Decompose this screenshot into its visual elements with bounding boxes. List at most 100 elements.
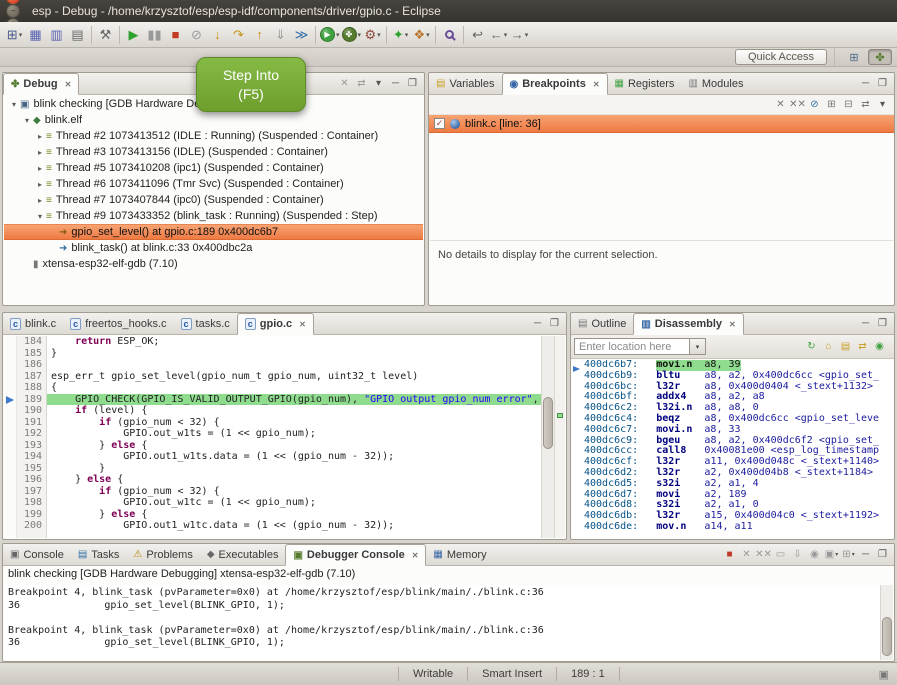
- quick-access-button[interactable]: Quick Access: [735, 49, 827, 65]
- expander-icon[interactable]: ▾: [21, 116, 33, 125]
- minimize-icon[interactable]: ─: [529, 315, 546, 332]
- refresh-icon[interactable]: ↻: [803, 338, 820, 355]
- pin-console-icon[interactable]: ◉: [806, 546, 823, 563]
- close-tab-icon[interactable]: ✕: [729, 320, 736, 329]
- code-line[interactable]: return ESP_OK;: [47, 336, 541, 348]
- code-line[interactable]: if (level) {: [47, 405, 541, 417]
- line-number[interactable]: 195: [17, 463, 42, 475]
- run-button[interactable]: ▶▾: [319, 24, 341, 46]
- code-line[interactable]: } else {: [47, 474, 541, 486]
- expander-icon[interactable]: ▸: [34, 148, 46, 157]
- save-all-button[interactable]: ▥: [46, 24, 67, 46]
- line-number[interactable]: 194: [17, 451, 42, 463]
- expand-all-icon[interactable]: ⊞: [823, 96, 840, 113]
- terminate-button[interactable]: ■: [165, 24, 186, 46]
- expander-icon[interactable]: ▾: [8, 100, 20, 109]
- remove-breakpoint-icon[interactable]: ✕: [772, 96, 789, 113]
- code-line[interactable]: } else {: [47, 509, 541, 521]
- display-selected-console-icon[interactable]: ▣▾: [823, 546, 840, 563]
- expander-icon[interactable]: ▸: [34, 180, 46, 189]
- new-package-button[interactable]: ❖▾: [411, 24, 432, 46]
- code-line[interactable]: } else {: [47, 440, 541, 452]
- console-scrollbar-thumb[interactable]: [882, 617, 892, 656]
- tab-tasks[interactable]: ▤Tasks: [71, 544, 127, 565]
- line-number[interactable]: 184: [17, 336, 42, 348]
- link-with-editor-icon[interactable]: ⇄: [353, 75, 370, 92]
- breakpoint-row[interactable]: ✓blink.c [line: 36]: [429, 115, 894, 133]
- debug-tree-row[interactable]: ➜blink_task() at blink.c:33 0x400dbc2a: [4, 240, 423, 256]
- new-wizard-button[interactable]: ⊞▾: [4, 24, 25, 46]
- minimize-icon[interactable]: ─: [857, 546, 874, 563]
- console-output[interactable]: Breakpoint 4, blink_task (pvParameter=0x…: [4, 585, 880, 660]
- line-number[interactable]: 187: [17, 371, 42, 383]
- clear-console-icon[interactable]: ▭: [772, 546, 789, 563]
- console-scrollbar[interactable]: [880, 585, 893, 660]
- step-into-button[interactable]: ↓: [207, 24, 228, 46]
- debug-tree-row[interactable]: ▸≡Thread #2 1073413512 (IDLE : Running) …: [4, 128, 423, 144]
- open-console-icon[interactable]: ⊞▾: [840, 546, 857, 563]
- maximize-icon[interactable]: ❐: [404, 75, 421, 92]
- tab-gpio-c[interactable]: cgpio.c✕: [237, 313, 314, 335]
- code-line[interactable]: if (gpio_num < 32) {: [47, 486, 541, 498]
- tab-breakpoints[interactable]: ◉Breakpoints✕: [502, 73, 608, 95]
- code-line[interactable]: if (gpio_num < 32) {: [47, 417, 541, 429]
- disassembly-row[interactable]: 400dc6b9: bltu a8, a2, 0x400dc6cc <gpio_…: [572, 371, 893, 382]
- skip-all-breakpoints-icon[interactable]: ⊘: [806, 96, 823, 113]
- code-line[interactable]: GPIO.out1_w1ts.data = (1 << (gpio_num - …: [47, 451, 541, 463]
- line-number[interactable]: 193: [17, 440, 42, 452]
- tab-blink-c[interactable]: cblink.c: [3, 313, 63, 334]
- track-expression-icon[interactable]: ◉: [871, 338, 888, 355]
- close-tab-icon[interactable]: ✕: [412, 551, 419, 560]
- debug-tree-row[interactable]: ▾◆blink.elf: [4, 112, 423, 128]
- code-area[interactable]: return ESP_OK;}esp_err_t gpio_set_level(…: [47, 336, 541, 538]
- tab-outline[interactable]: ▤Outline: [571, 313, 633, 334]
- line-number[interactable]: 196: [17, 474, 42, 486]
- tab-executables[interactable]: ◆Executables: [200, 544, 286, 565]
- debug-tree-row[interactable]: ➜gpio_set_level() at gpio.c:189 0x400dc6…: [4, 224, 423, 240]
- editor-scrollbar[interactable]: [541, 336, 554, 538]
- debug-tree-row[interactable]: ▸≡Thread #5 1073410208 (ipc1) (Suspended…: [4, 160, 423, 176]
- remove-all-breakpoints-icon[interactable]: ✕✕: [789, 96, 806, 113]
- show-source-icon[interactable]: ▤: [837, 338, 854, 355]
- line-number[interactable]: 198: [17, 497, 42, 509]
- location-input[interactable]: Enter location here: [574, 338, 690, 355]
- tab-modules[interactable]: ▥Modules: [681, 73, 750, 94]
- open-perspective-button[interactable]: ⊞: [842, 49, 866, 65]
- back-button[interactable]: ←▾: [488, 24, 509, 46]
- expander-icon[interactable]: ▸: [34, 164, 46, 173]
- suspend-button[interactable]: ▮▮: [144, 24, 165, 46]
- view-menu-icon[interactable]: ▾: [874, 96, 891, 113]
- remove-all-launches-icon[interactable]: ✕✕: [755, 546, 772, 563]
- location-dropdown-icon[interactable]: ▾: [690, 338, 706, 355]
- link-with-debug-view-icon[interactable]: ⇄: [857, 96, 874, 113]
- disassembly-row[interactable]: 400dc6d5: s32i a2, a1, 4: [572, 479, 893, 490]
- view-menu-icon[interactable]: ▾: [370, 75, 387, 92]
- close-tab-icon[interactable]: ✕: [65, 80, 72, 89]
- line-number[interactable]: 200: [17, 520, 42, 532]
- forward-button[interactable]: →▾: [509, 24, 530, 46]
- external-tools-button[interactable]: ⚙▾: [362, 24, 383, 46]
- tab-debugger-console[interactable]: ▣Debugger Console✕: [285, 544, 426, 566]
- disassembly-row[interactable]: 400dc6c7: movi.n a8, 33: [572, 425, 893, 436]
- code-line[interactable]: GPIO.out_w1tc = (1 << gpio_num);: [47, 497, 541, 509]
- line-number[interactable]: 197: [17, 486, 42, 498]
- tab-memory[interactable]: ▦Memory: [426, 544, 493, 565]
- tab-variables[interactable]: ▤Variables: [429, 73, 502, 94]
- window-minimize-button[interactable]: –: [6, 4, 20, 18]
- expander-icon[interactable]: ▾: [34, 212, 46, 221]
- minimize-icon[interactable]: ─: [857, 315, 874, 332]
- line-number[interactable]: 199: [17, 509, 42, 521]
- debug-tree-row[interactable]: ▸≡Thread #7 1073407844 (ipc0) (Suspended…: [4, 192, 423, 208]
- scroll-lock-icon[interactable]: ⇩: [789, 546, 806, 563]
- breakpoint-checkbox[interactable]: ✓: [434, 118, 445, 129]
- drop-to-frame-button[interactable]: ⇓: [270, 24, 291, 46]
- line-number[interactable]: 191: [17, 417, 42, 429]
- line-number[interactable]: 188: [17, 382, 42, 394]
- debug-button[interactable]: ✤▾: [341, 24, 363, 46]
- debug-tree-row[interactable]: ▸≡Thread #3 1073413156 (IDLE) (Suspended…: [4, 144, 423, 160]
- maximize-icon[interactable]: ❐: [546, 315, 563, 332]
- minimize-icon[interactable]: ─: [857, 75, 874, 92]
- maximize-icon[interactable]: ❐: [874, 75, 891, 92]
- code-line[interactable]: GPIO_CHECK(GPIO_IS_VALID_OUTPUT_GPIO(gpi…: [47, 394, 541, 406]
- remove-all-terminated-icon[interactable]: ✕: [336, 75, 353, 92]
